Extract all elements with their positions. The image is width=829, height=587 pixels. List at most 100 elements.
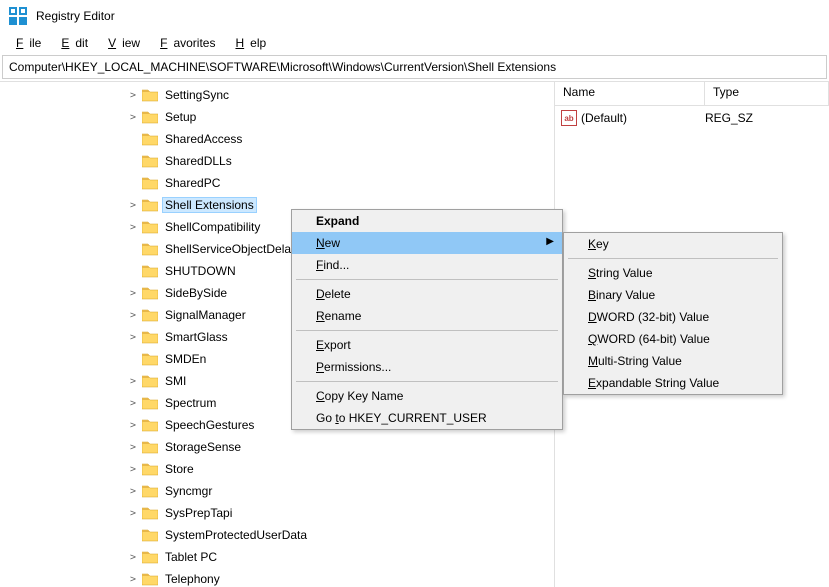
folder-icon [142, 286, 158, 300]
tree-item-label: SharedAccess [162, 131, 245, 147]
expand-chevron-icon[interactable]: > [126, 574, 140, 585]
menu-item[interactable]: String Value [564, 262, 782, 284]
tree-item-label: SideBySide [162, 285, 230, 301]
menu-item[interactable]: Permissions... [292, 356, 562, 378]
expand-chevron-icon[interactable]: > [126, 200, 140, 211]
folder-icon [142, 176, 158, 190]
col-header-type[interactable]: Type [705, 82, 829, 105]
expand-chevron-icon[interactable]: > [126, 464, 140, 475]
expand-chevron-icon[interactable]: > [126, 332, 140, 343]
tree-item-label: SettingSync [162, 87, 232, 103]
menu-edit[interactable]: Edit [49, 35, 94, 51]
menu-item[interactable]: DWORD (32-bit) Value [564, 306, 782, 328]
titlebar: Registry Editor [0, 0, 829, 32]
tree-item-label: ShellCompatibility [162, 219, 263, 235]
folder-icon [142, 484, 158, 498]
menu-item[interactable]: QWORD (64-bit) Value [564, 328, 782, 350]
tree-item[interactable]: >SysPrepTapi [0, 502, 554, 524]
expand-chevron-icon[interactable]: > [126, 442, 140, 453]
tree-item-label: Tablet PC [162, 549, 220, 565]
menu-favorites[interactable]: Favorites [148, 35, 221, 51]
folder-icon [142, 154, 158, 168]
menu-view[interactable]: View [96, 35, 146, 51]
menu-file[interactable]: File [4, 35, 47, 51]
folder-icon [142, 132, 158, 146]
menu-item[interactable]: New ▶ [292, 232, 562, 254]
expand-chevron-icon[interactable]: > [126, 288, 140, 299]
tree-item-label: Store [162, 461, 197, 477]
window-title: Registry Editor [36, 9, 115, 23]
list-row[interactable]: ab(Default)REG_SZ [555, 108, 829, 128]
menu-item[interactable]: Export [292, 334, 562, 356]
tree-item[interactable]: SharedPC [0, 172, 554, 194]
menu-separator [296, 330, 558, 331]
menu-item[interactable]: Expandable String Value [564, 372, 782, 394]
submenu-arrow-icon: ▶ [546, 236, 554, 247]
menu-item-label: DWORD (32-bit) Value [588, 310, 709, 324]
expand-chevron-icon[interactable]: > [126, 310, 140, 321]
tree-item-label: SMDEn [162, 351, 209, 367]
tree-item[interactable]: > Store [0, 458, 554, 480]
expand-chevron-icon[interactable]: > [126, 420, 140, 431]
context-submenu-new[interactable]: Key String Value Binary Value DWORD (32-bit… [563, 232, 783, 395]
menu-item-label: Go to HKEY_CURRENT_USER [316, 411, 487, 425]
menu-item-label: Permissions... [316, 360, 391, 374]
tree-item[interactable]: > StorageSense [0, 436, 554, 458]
tree-item[interactable]: > Tablet PC [0, 546, 554, 568]
address-bar[interactable]: Computer\HKEY_LOCAL_MACHINE\SOFTWARE\Mic… [2, 55, 827, 79]
expand-chevron-icon[interactable]: > [126, 552, 140, 563]
string-value-icon: ab [561, 110, 577, 126]
tree-item[interactable]: SharedDLLs [0, 150, 554, 172]
tree-item-label: SmartGlass [162, 329, 231, 345]
menu-item-label: Multi-String Value [588, 354, 682, 368]
list-header: Name Type [555, 82, 829, 106]
menu-item[interactable]: Binary Value [564, 284, 782, 306]
menu-item-label: String Value [588, 266, 653, 280]
folder-icon [142, 110, 158, 124]
tree-item-label: Spectrum [162, 395, 219, 411]
context-menu[interactable]: Expand New ▶ Find... DeleteRename Export Permi… [291, 209, 563, 430]
folder-icon [142, 220, 158, 234]
expand-chevron-icon[interactable]: > [126, 376, 140, 387]
tree-item-label: StorageSense [162, 439, 244, 455]
expand-chevron-icon[interactable]: > [126, 486, 140, 497]
folder-icon [142, 462, 158, 476]
folder-icon [142, 418, 158, 432]
menu-item-label: Expandable String Value [588, 376, 719, 390]
address-text: Computer\HKEY_LOCAL_MACHINE\SOFTWARE\Mic… [9, 60, 556, 74]
menu-item-label: Expand [316, 214, 359, 228]
expand-chevron-icon[interactable]: > [126, 508, 140, 519]
regedit-icon [8, 6, 28, 26]
expand-chevron-icon[interactable]: > [126, 222, 140, 233]
menu-item[interactable]: Expand [292, 210, 562, 232]
folder-icon [142, 572, 158, 586]
menu-item-label: Find... [316, 258, 349, 272]
menu-item[interactable]: Go to HKEY_CURRENT_USER [292, 407, 562, 429]
tree-item-label: Telephony [162, 571, 223, 587]
expand-chevron-icon[interactable]: > [126, 90, 140, 101]
folder-icon [142, 506, 158, 520]
menu-item-label: Binary Value [588, 288, 655, 302]
menu-help[interactable]: Help [223, 35, 272, 51]
menu-separator [296, 381, 558, 382]
tree-item[interactable]: SystemProtectedUserData [0, 524, 554, 546]
folder-icon [142, 374, 158, 388]
tree-item[interactable]: > SettingSync [0, 84, 554, 106]
folder-icon [142, 88, 158, 102]
tree-item[interactable]: >Setup [0, 106, 554, 128]
menu-item[interactable]: Delete [292, 283, 562, 305]
menu-item[interactable]: Find... [292, 254, 562, 276]
expand-chevron-icon[interactable]: > [126, 112, 140, 123]
menu-item[interactable]: Copy Key Name [292, 385, 562, 407]
tree-item[interactable]: SharedAccess [0, 128, 554, 150]
tree-item-label: Syncmgr [162, 483, 215, 499]
tree-item[interactable]: > Telephony [0, 568, 554, 587]
tree-item[interactable]: > Syncmgr [0, 480, 554, 502]
expand-chevron-icon[interactable]: > [126, 398, 140, 409]
menubar: File Edit View Favorites Help [0, 32, 829, 53]
menu-item[interactable]: Key [564, 233, 782, 255]
col-header-name[interactable]: Name [555, 82, 705, 105]
menu-item[interactable]: Rename [292, 305, 562, 327]
menu-item[interactable]: Multi-String Value [564, 350, 782, 372]
menu-item-label: New [316, 236, 340, 250]
